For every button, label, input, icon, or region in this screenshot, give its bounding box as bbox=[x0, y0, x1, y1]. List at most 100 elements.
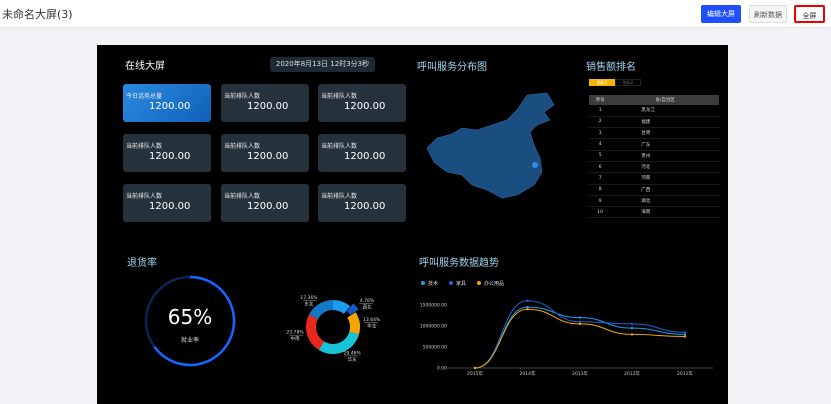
legend-marker bbox=[477, 281, 481, 285]
trend-line-chart: 0.00 500000.00 1000000.00 1500000.00 2015年 20… bbox=[420, 280, 713, 377]
stat-card[interactable]: 当前排队人数 1200.00 bbox=[318, 84, 406, 122]
x-tick-label: 2014年 bbox=[520, 370, 536, 377]
tab-metric-1[interactable]: 指标1 bbox=[589, 79, 615, 86]
stat-label: 当前排队人数 bbox=[224, 93, 261, 100]
y-tick-label: 1500000.00 bbox=[420, 303, 447, 309]
series-line bbox=[474, 300, 686, 369]
legend-label[interactable]: 家具 bbox=[456, 280, 466, 287]
province-cell: 湖北 bbox=[611, 195, 719, 208]
slice-name: 华北 bbox=[367, 322, 376, 329]
stat-value: 1200.00 bbox=[149, 101, 191, 112]
stat-card[interactable]: 当前排队人数 1200.00 bbox=[123, 184, 211, 222]
gauge-value: 65% bbox=[167, 305, 213, 329]
donut-slice[interactable] bbox=[306, 314, 325, 350]
tab-metric-2[interactable]: 指标2 bbox=[615, 79, 641, 86]
table-row[interactable]: 10 海南 bbox=[589, 206, 719, 219]
table-row[interactable]: 9 湖北 bbox=[589, 195, 719, 208]
legend-label[interactable]: 办公用品 bbox=[484, 280, 504, 287]
legend-marker bbox=[449, 281, 453, 285]
stat-value: 1200.00 bbox=[344, 101, 386, 112]
data-point[interactable] bbox=[683, 335, 687, 338]
stat-card[interactable]: 当前排队人数 1200.00 bbox=[221, 184, 309, 222]
data-point[interactable] bbox=[630, 333, 634, 336]
slice-percent: 4.76% bbox=[360, 298, 375, 304]
rank-cell: 8 bbox=[589, 184, 612, 196]
stat-label: 当前排队人数 bbox=[224, 143, 261, 150]
data-point[interactable] bbox=[578, 322, 582, 326]
x-tick-label: 2013年 bbox=[572, 370, 588, 377]
trend-title: 呼叫服务数据趋势 bbox=[419, 258, 499, 269]
column-header: 省/自治区 bbox=[611, 95, 719, 105]
rank-cell: 9 bbox=[589, 195, 612, 208]
stat-value: 1200.00 bbox=[247, 151, 289, 162]
province-cell: 海南 bbox=[611, 206, 719, 219]
province-cell: 甘肃 bbox=[611, 127, 719, 140]
stat-card[interactable]: 当前排队人数 1200.00 bbox=[221, 134, 309, 172]
stat-value: 1200.00 bbox=[149, 201, 191, 212]
dashboard-screen: 在线大屏 2020年8月13日 12时3分3秒 今日话务总量 1200.00 当前排… bbox=[97, 45, 728, 404]
table-row[interactable]: 7 河南 bbox=[589, 172, 719, 185]
stat-label: 当前排队人数 bbox=[126, 143, 163, 150]
china-map[interactable] bbox=[422, 90, 562, 205]
y-tick-label: 0.00 bbox=[437, 366, 447, 372]
stat-label: 当前排队人数 bbox=[224, 193, 261, 200]
slice-percent: 13.64% bbox=[363, 317, 381, 323]
province-cell: 广西 bbox=[611, 184, 719, 196]
data-point[interactable] bbox=[683, 333, 687, 336]
stat-value: 1200.00 bbox=[344, 201, 386, 212]
slice-name: 东北 bbox=[304, 300, 313, 307]
data-point[interactable] bbox=[526, 299, 529, 302]
table-row[interactable]: 5 贵州 bbox=[589, 150, 719, 162]
data-point[interactable] bbox=[578, 320, 582, 323]
table-row[interactable]: 1 黑龙江 bbox=[589, 105, 719, 117]
top-bar: 未命名大屏(3) 编辑大屏 刷新数据 全屏 bbox=[0, 0, 831, 28]
province-cell: 河南 bbox=[611, 172, 719, 185]
region-donut-chart: 4.76%西北 13.64%华北 29.46%华东 23.78%中南 17.36%东北 bbox=[287, 295, 381, 363]
stat-value: 1200.00 bbox=[247, 101, 289, 112]
slice-percent: 17.36% bbox=[300, 295, 318, 301]
page-title: 未命名大屏(3) bbox=[2, 8, 73, 21]
province-cell: 贵州 bbox=[611, 150, 719, 162]
rank-cell: 2 bbox=[589, 116, 612, 129]
rank-cell: 6 bbox=[589, 161, 612, 174]
donut-slice[interactable] bbox=[347, 312, 360, 335]
stat-card[interactable]: 今日话务总量 1200.00 bbox=[123, 84, 211, 122]
slice-name: 华东 bbox=[348, 356, 357, 363]
stat-card[interactable]: 当前排队人数 1200.00 bbox=[318, 134, 406, 172]
province-cell: 黑龙江 bbox=[611, 105, 719, 117]
y-tick-label: 1000000.00 bbox=[420, 324, 447, 330]
data-point[interactable] bbox=[473, 366, 477, 370]
table-row[interactable]: 4 广东 bbox=[589, 138, 719, 151]
data-point[interactable] bbox=[578, 316, 582, 319]
map-title: 呼叫服务分布图 bbox=[417, 62, 487, 73]
stat-card[interactable]: 当前排队人数 1200.00 bbox=[221, 84, 309, 122]
data-point[interactable] bbox=[526, 305, 529, 309]
returns-title: 退货率 bbox=[127, 258, 157, 269]
table-row[interactable]: 2 福建 bbox=[589, 116, 719, 129]
ranking-table: 序号 省/自治区 1 黑龙江 2 福建 3 甘肃 4 广东 5 贵州 6 河北 7 河南 8 广西 9 湖北 10 海南 bbox=[589, 95, 719, 219]
y-tick-label: 500000.00 bbox=[423, 345, 447, 351]
data-point[interactable] bbox=[630, 326, 634, 330]
edit-screen-button[interactable]: 编辑大屏 bbox=[701, 5, 741, 23]
rank-cell: 1 bbox=[589, 105, 612, 117]
table-row[interactable]: 3 甘肃 bbox=[589, 127, 719, 140]
refresh-data-button[interactable]: 刷新数据 bbox=[749, 5, 787, 23]
table-row[interactable]: 8 广西 bbox=[589, 184, 719, 196]
data-point[interactable] bbox=[683, 331, 687, 334]
rank-cell: 7 bbox=[589, 172, 612, 185]
slice-name: 西北 bbox=[363, 304, 372, 311]
slice-percent: 29.46% bbox=[344, 350, 362, 356]
x-tick-label: 2012年 bbox=[624, 370, 640, 377]
stat-label: 今日话务总量 bbox=[126, 93, 163, 100]
stat-label: 当前排队人数 bbox=[321, 143, 358, 150]
stat-card[interactable]: 当前排队人数 1200.00 bbox=[123, 134, 211, 172]
data-point[interactable] bbox=[630, 322, 634, 326]
stat-label: 当前排队人数 bbox=[321, 93, 358, 100]
stat-card[interactable]: 当前排队人数 1200.00 bbox=[318, 184, 406, 222]
data-point[interactable] bbox=[526, 308, 529, 311]
slice-name: 中南 bbox=[291, 335, 300, 342]
table-row[interactable]: 6 河北 bbox=[589, 161, 719, 174]
legend-label[interactable]: 技术 bbox=[428, 280, 438, 287]
datetime-display: 2020年8月13日 12时3分3秒 bbox=[270, 57, 375, 72]
fullscreen-button[interactable]: 全屏 bbox=[794, 5, 825, 23]
